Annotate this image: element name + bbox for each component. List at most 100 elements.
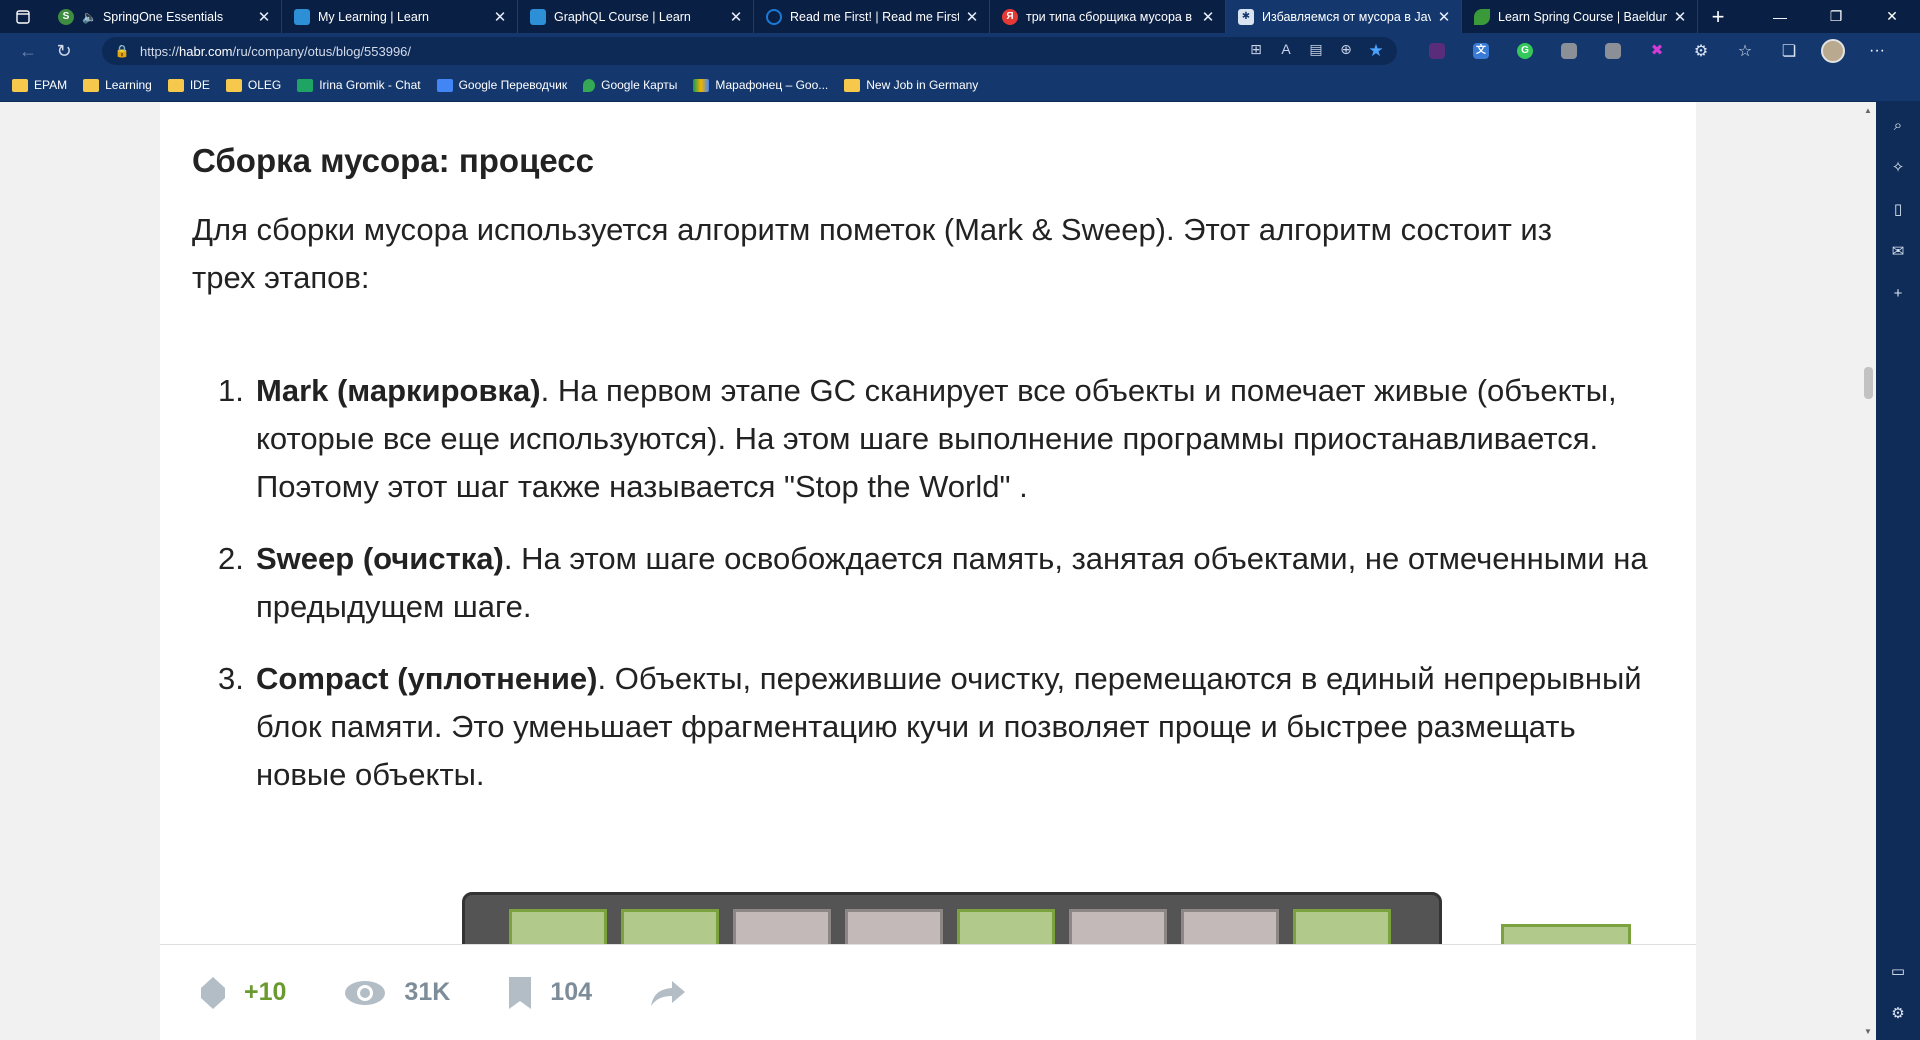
close-icon[interactable]: ✕ (729, 8, 743, 26)
url-path: /ru/company/otus/blog/553996/ (232, 43, 412, 59)
share-button[interactable] (650, 979, 704, 1007)
maps-pin-icon (583, 78, 596, 92)
immersive-reader-icon[interactable]: ▤ (1303, 41, 1329, 61)
bookmark-marafonets[interactable]: Марафонец – Goo... (693, 78, 828, 92)
share-arrow-icon (651, 980, 686, 1006)
tab-title: Избавляемся от мусора в Java (1262, 9, 1431, 24)
extension-button[interactable] (1591, 33, 1635, 69)
views-stat: 31K (344, 978, 450, 1007)
add-sidebar-app-icon[interactable]: + (1888, 284, 1908, 304)
translate-icon (436, 78, 453, 92)
lock-icon[interactable]: 🔒 (114, 43, 130, 59)
bookmark-new-job-germany[interactable]: New Job in Germany (844, 78, 978, 92)
folder-icon (167, 78, 184, 92)
hide-sidebar-icon[interactable]: ▭ (1888, 962, 1908, 982)
new-tab-button[interactable]: + (1698, 0, 1738, 33)
window-controls: — ❐ ✕ (1752, 0, 1920, 33)
close-icon[interactable]: ✕ (1437, 8, 1451, 26)
extension-button[interactable]: 文 (1459, 33, 1503, 69)
refresh-button[interactable]: ↻ (46, 33, 82, 69)
tab-my-learning[interactable]: My Learning | Learn ✕ (282, 0, 518, 33)
step-title: Mark (маркировка) (256, 373, 541, 408)
bookmark-label: Learning (105, 78, 152, 92)
close-icon[interactable]: ✕ (1673, 8, 1687, 26)
scroll-up-icon[interactable]: ▲ (1863, 106, 1873, 115)
tab-baeldung[interactable]: Learn Spring Course | Baeldung ✕ (1462, 0, 1698, 33)
bookmark-label: New Job in Germany (866, 78, 979, 92)
list-number: 3. (218, 661, 244, 696)
edge-sidebar: ⌕ ✧ ▯ ✉ + ▭ ⚙ (1876, 102, 1920, 1040)
address-bar[interactable]: 🔒 https://habr.com/ru/company/otus/blog/… (102, 37, 1397, 65)
bookmark-learning[interactable]: Learning (83, 78, 152, 92)
extension-button[interactable] (1415, 33, 1459, 69)
purple-extension-icon (1429, 43, 1445, 59)
scrollbar-thumb[interactable] (1864, 367, 1873, 399)
camera-extension-icon (1561, 43, 1577, 59)
outlook-icon[interactable]: ✉ (1888, 242, 1908, 262)
favorite-star-icon[interactable]: ★ (1363, 41, 1389, 61)
bookmark-google-translate[interactable]: Google Переводчик (436, 78, 567, 92)
close-icon[interactable]: ✕ (257, 8, 271, 26)
list-number: 1. (218, 373, 244, 408)
minimize-button[interactable]: — (1752, 0, 1808, 33)
sidebar-settings-icon[interactable]: ⚙ (1888, 1004, 1908, 1024)
tab-graphql[interactable]: GraphQL Course | Learn ✕ (518, 0, 754, 33)
bookmark-label: EPAM (34, 78, 68, 92)
address-bar-actions: ⊞ A ▤ ⊕ ★ (1243, 41, 1389, 61)
step-title: Sweep (очистка) (256, 541, 504, 576)
step-title: Compact (уплотнение) (256, 661, 598, 696)
scroll-down-icon[interactable]: ▼ (1863, 1027, 1873, 1036)
extensions-menu-button[interactable]: ⚙ (1679, 33, 1723, 69)
more-dots-icon: ··· (1869, 42, 1885, 59)
close-icon[interactable]: ✕ (1201, 8, 1215, 26)
views-value: 31K (404, 978, 451, 1006)
folder-icon (844, 78, 861, 92)
bookmarks-stat[interactable]: 104 (508, 976, 592, 1010)
collections-button[interactable]: ❏ (1767, 33, 1811, 69)
tab-yandex-search[interactable]: Я три типа сборщика мусора в л... ✕ (990, 0, 1226, 33)
list-item-compact: 3. Compact (уплотнение). Объекты, пережив… (218, 655, 1656, 799)
extensions-bar: 文 G ✖ ⚙ ☆ ❏ ··· (1415, 33, 1899, 69)
tab-actions-button[interactable] (0, 0, 46, 33)
app-available-icon[interactable]: ⊞ (1243, 41, 1269, 61)
tab-actions-icon (16, 9, 30, 24)
page-scrollbar[interactable]: ▲ ▼ (1860, 102, 1876, 1040)
tab-title: GraphQL Course | Learn (554, 9, 691, 24)
back-button[interactable]: ← (10, 33, 46, 69)
bookmarks-value: 104 (550, 978, 593, 1006)
bookmark-label: OLEG (247, 78, 282, 92)
habr-icon: ✱ (1238, 8, 1254, 25)
tab-read-me-first[interactable]: Read me First! | Read me First! | A ✕ (754, 0, 990, 33)
lock-extension-icon (1605, 43, 1621, 59)
zoom-icon[interactable]: ⊕ (1333, 41, 1359, 61)
bookmark-oleg[interactable]: OLEG (225, 78, 282, 92)
extension-button[interactable]: G (1503, 33, 1547, 69)
search-icon[interactable]: ⌕ (1888, 116, 1908, 136)
speaker-icon[interactable]: 🔈 (82, 10, 97, 24)
close-icon[interactable]: ✕ (965, 8, 979, 26)
read-aloud-icon[interactable]: A (1273, 41, 1299, 61)
bookmark-google-maps[interactable]: Google Карты (583, 78, 677, 92)
plus-icon: + (1711, 3, 1725, 29)
favorites-button[interactable]: ☆ (1723, 33, 1767, 69)
bookmark-irina-chat[interactable]: Irina Gromik - Chat (297, 78, 421, 92)
rating-stat[interactable]: +10 (200, 976, 286, 1010)
restore-button[interactable]: ❐ (1808, 0, 1864, 33)
url-text[interactable]: https://habr.com/ru/company/otus/blog/55… (140, 44, 1243, 59)
folder-icon (83, 78, 100, 92)
bookmark-ide[interactable]: IDE (167, 78, 210, 92)
tab-habr-active[interactable]: ✱ Избавляемся от мусора в Java ✕ (1226, 0, 1462, 33)
close-icon[interactable]: ✕ (493, 8, 507, 26)
bookmark-epam[interactable]: EPAM (12, 78, 67, 92)
settings-menu-button[interactable]: ··· (1855, 33, 1899, 69)
close-window-button[interactable]: ✕ (1864, 0, 1920, 33)
intro-paragraph: Для сборки мусора используется алгоритм … (192, 212, 1552, 295)
circle-o-icon (766, 8, 782, 25)
steps-list: 1. Mark (маркировка). На первом этапе GC … (218, 367, 1656, 823)
extension-button[interactable] (1547, 33, 1591, 69)
discover-sparkle-icon[interactable]: ✧ (1888, 158, 1908, 178)
office-icon[interactable]: ▯ (1888, 200, 1908, 220)
extension-button[interactable]: ✖ (1635, 33, 1679, 69)
profile-button[interactable] (1811, 33, 1855, 69)
tab-springone[interactable]: S 🔈 SpringOne Essentials ✕ (46, 0, 282, 33)
